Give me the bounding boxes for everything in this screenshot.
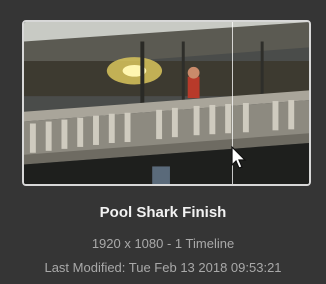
thumbnail-image bbox=[24, 22, 309, 184]
project-card[interactable]: Pool Shark Finish 1920 x 1080 - 1 Timeli… bbox=[0, 0, 326, 284]
project-title: Pool Shark Finish bbox=[99, 204, 227, 221]
project-thumbnail[interactable] bbox=[22, 20, 311, 186]
mouse-pointer-icon bbox=[231, 146, 247, 169]
project-last-modified: Last Modified: Tue Feb 13 2018 09:53:21 bbox=[44, 260, 282, 275]
project-resolution-info: 1920 x 1080 - 1 Timeline bbox=[91, 236, 235, 251]
